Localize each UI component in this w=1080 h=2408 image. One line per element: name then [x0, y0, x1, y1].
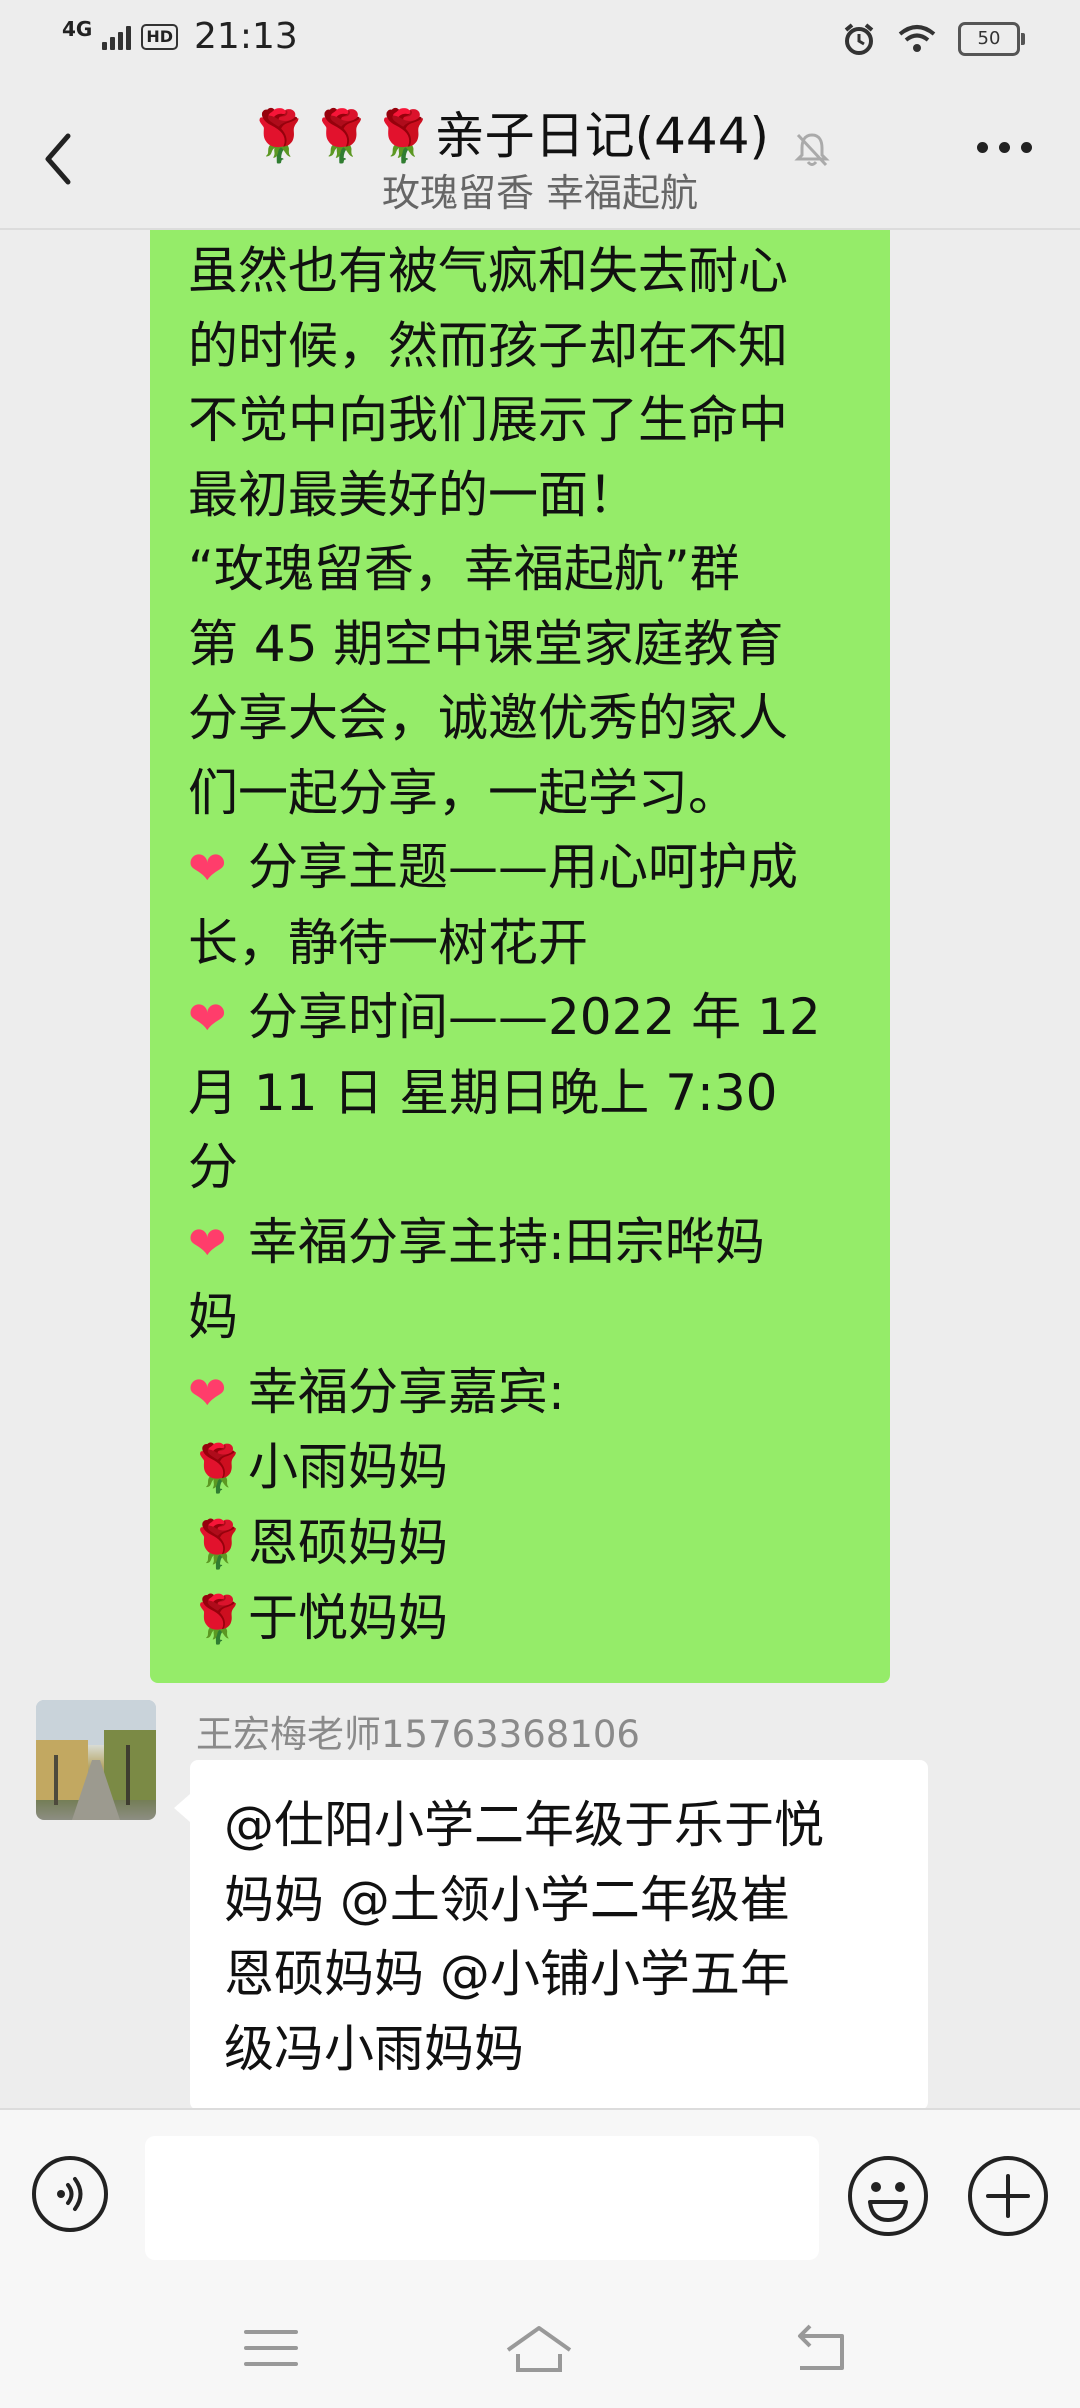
message-line: 第 45 期空中课堂家庭教育 [188, 614, 784, 673]
system-navigation-bar [0, 2290, 1080, 2408]
sender-name: 王宏梅老师15763368106 [196, 1713, 640, 1756]
battery-icon: 50 [958, 22, 1025, 56]
return-icon[interactable] [786, 2320, 856, 2376]
signal-icon [102, 24, 132, 50]
heart-icon: ❤ [188, 841, 227, 895]
message-input[interactable] [145, 2136, 819, 2260]
message-line: ❤ 分享时间——2022 年 12 [188, 980, 860, 1056]
message-line: 月 11 日 星期日晚上 7:30 [188, 1063, 778, 1122]
heart-icon: ❤ [188, 1365, 227, 1420]
heart-icon: ❤ [188, 1215, 227, 1270]
guest-name: 恩硕妈妈 [248, 1513, 448, 1572]
message-line: 长，静待一树花开 [188, 913, 588, 972]
message-line: 的时候，然而孩子却在不知 [188, 316, 788, 375]
message-line: 级冯小雨妈妈 [224, 2019, 524, 2078]
dot-icon [1021, 142, 1032, 153]
emoji-button[interactable] [846, 2154, 930, 2238]
message-line: 分 [188, 1138, 238, 1196]
status-left: 4G HD 21:13 [62, 16, 298, 57]
wifi-icon [898, 25, 936, 52]
message-line: 不觉中向我们展示了生命中 [188, 391, 788, 449]
title-row: 🌹🌹🌹亲子日记(444) [0, 96, 1080, 169]
message-line: “玫瑰留香，幸福起航”群 [188, 540, 740, 598]
chat-header: 🌹🌹🌹亲子日记(444) 玫瑰留香 幸福起航 [0, 82, 1080, 230]
message-line: 妈 [188, 1288, 238, 1346]
message-line: 🌹小雨妈妈 [188, 1430, 860, 1506]
chat-title: 🌹🌹🌹亲子日记(444) [247, 107, 770, 165]
hd-badge: HD [141, 23, 179, 50]
voice-input-button[interactable] [30, 2154, 110, 2234]
message-line: 分享大会，诚邀优秀的家人 [188, 689, 788, 747]
rose-icon: 🌹 [189, 1516, 247, 1571]
chat-subtitle: 玫瑰留香 幸福起航 [381, 171, 699, 215]
message-line: 🌹于悦妈妈 [188, 1581, 860, 1657]
message-line: ❤ 分享主题——用心呵护成 [188, 830, 860, 906]
message-line: 妈妈 @土领小学二年级崔 [224, 1870, 790, 1929]
host-text: 幸福分享主持:田宗晔妈 [248, 1212, 765, 1271]
more-options-button[interactable] [977, 142, 1032, 153]
input-bar [0, 2108, 1080, 2290]
time-text: 分享时间——2022 年 12 [248, 988, 821, 1046]
dot-icon [977, 142, 988, 153]
message-line: ❤ 幸福分享嘉宾: [188, 1355, 860, 1431]
home-icon[interactable] [504, 2320, 574, 2376]
status-right: 50 [842, 22, 1025, 56]
menu-icon[interactable] [236, 2320, 306, 2376]
message-list[interactable]: 虽然也有被气疯和失去耐心 的时候，然而孩子却在不知 不觉中向我们展示了生命中 最… [0, 230, 1080, 2108]
dot-icon [999, 142, 1010, 153]
heart-icon: ❤ [188, 991, 227, 1045]
status-time: 21:13 [194, 16, 298, 57]
alarm-icon [844, 23, 874, 55]
network-type: 4G [62, 16, 93, 41]
sender-avatar[interactable] [36, 1700, 156, 1820]
guest-name: 于悦妈妈 [248, 1589, 448, 1647]
message-line: @仕阳小学二年级于乐于悦 [224, 1796, 824, 1854]
guest-name: 小雨妈妈 [248, 1438, 448, 1496]
status-bar: 4G HD 21:13 50 [0, 0, 1080, 82]
message-line: 虽然也有被气疯和失去耐心 [188, 242, 788, 300]
add-attachment-button[interactable] [966, 2154, 1050, 2238]
rose-icon: 🌹 [189, 1441, 247, 1495]
avatar-image [36, 1700, 156, 1820]
outgoing-message-bubble[interactable]: 虽然也有被气疯和失去耐心 的时候，然而孩子却在不知 不觉中向我们展示了生命中 最… [150, 230, 890, 1683]
guests-title: 幸福分享嘉宾: [248, 1362, 565, 1421]
theme-text: 分享主题——用心呵护成 [248, 838, 798, 896]
message-line: 恩硕妈妈 @小铺小学五年 [224, 1945, 790, 2003]
message-line: 们一起分享，一起学习。 [188, 763, 738, 822]
incoming-message-bubble[interactable]: @仕阳小学二年级于乐于悦 妈妈 @土领小学二年级崔 恩硕妈妈 @小铺小学五年 级… [174, 1760, 928, 2108]
message-line: 🌹恩硕妈妈 [188, 1506, 860, 1582]
rose-icon: 🌹 [189, 1592, 247, 1646]
message-line: 最初最美好的一面！ [188, 465, 638, 524]
message-line: ❤ 幸福分享主持:田宗晔妈 [188, 1205, 860, 1281]
